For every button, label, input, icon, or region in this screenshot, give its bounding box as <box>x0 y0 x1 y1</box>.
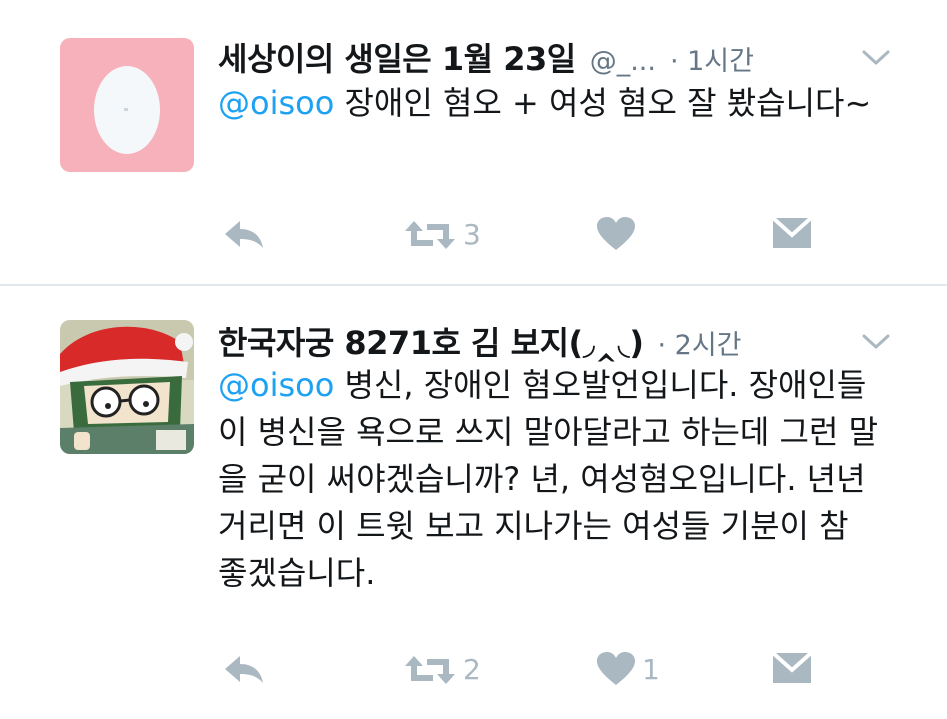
reply-icon <box>225 221 263 248</box>
retweet-count: 2 <box>463 653 481 686</box>
mention-link[interactable]: @oisoo <box>218 84 334 122</box>
heart-icon <box>597 652 635 685</box>
tweet-text: @oisoo 병신, 장애인 혐오발언입니다. 장애인들이 병신을 욕으로 쓰지… <box>218 362 888 597</box>
tweet-header: 세상이의 생일은 1월 23일 @_... · 1시간 <box>218 34 754 78</box>
tweet[interactable]: 세상이의 생일은 1월 23일 @_... · 1시간 @oisoo 장애인 혐… <box>0 0 947 284</box>
tweet-divider <box>0 284 947 286</box>
tweet-actions: 2 1 <box>0 649 947 689</box>
heart-icon <box>597 217 635 250</box>
direct-message-button[interactable] <box>772 651 812 685</box>
mention-link[interactable]: @oisoo <box>218 366 334 404</box>
retweet-button[interactable]: 2 <box>403 653 481 686</box>
tweet-header: 한국자궁 8271호 김 보지(◞‸◟) · 2시간 <box>218 318 742 362</box>
like-button[interactable] <box>596 216 642 252</box>
reply-icon <box>225 656 263 683</box>
reply-button[interactable] <box>222 218 266 250</box>
retweet-button[interactable]: 3 <box>403 218 481 251</box>
timestamp[interactable]: · 1시간 <box>670 39 754 78</box>
tweet-text: @oisoo 장애인 혐오 + 여성 혐오 잘 봤습니다~ <box>218 80 888 127</box>
retweet-count: 3 <box>463 218 481 251</box>
avatar[interactable] <box>60 320 194 454</box>
avatar[interactable] <box>60 38 194 172</box>
retweet-icon <box>405 220 455 249</box>
envelope-icon <box>772 216 812 248</box>
reply-button[interactable] <box>222 653 266 685</box>
chevron-down-icon[interactable] <box>861 332 891 352</box>
direct-message-button[interactable] <box>772 216 812 250</box>
timestamp[interactable]: · 2시간 <box>658 323 742 362</box>
like-count: 1 <box>642 652 660 686</box>
retweet-icon <box>405 655 455 684</box>
chevron-down-icon[interactable] <box>861 48 891 68</box>
cartoon-avatar-icon <box>60 320 194 454</box>
tweet-actions: 3 <box>0 214 947 254</box>
egg-avatar-icon <box>60 38 194 172</box>
like-button[interactable]: 1 <box>596 651 660 687</box>
display-name[interactable]: 세상이의 생일은 1월 23일 <box>218 34 576 80</box>
envelope-icon <box>772 651 812 683</box>
display-name[interactable]: 한국자궁 8271호 김 보지(◞‸◟) <box>218 318 644 364</box>
tweet[interactable]: 한국자궁 8271호 김 보지(◞‸◟) · 2시간 @oisoo 병신, 장애… <box>0 287 947 719</box>
user-handle[interactable]: @_... <box>590 46 656 77</box>
tweet-body: 장애인 혐오 + 여성 혐오 잘 봤습니다~ <box>344 84 872 122</box>
